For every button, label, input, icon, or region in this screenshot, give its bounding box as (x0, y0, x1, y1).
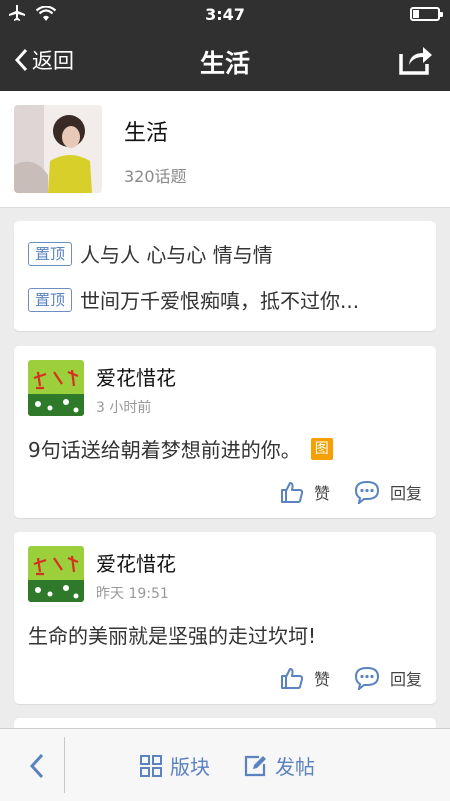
back-button[interactable]: 返回 (14, 44, 74, 76)
forum-name: 生活 (124, 121, 169, 146)
toolbar-divider (64, 737, 65, 793)
bottom-toolbar: 版块 发帖 (0, 728, 450, 801)
pinned-title: 人与人 心与心 情与情 (80, 243, 273, 267)
comment-icon (354, 666, 379, 690)
post-author[interactable]: 爱花惜花 (96, 548, 176, 577)
pinned-topics-card: 置顶 人与人 心与心 情与情 置顶 世间万千爱恨痴嗔，抵不过你... (14, 221, 436, 331)
comment-icon (354, 480, 379, 504)
board-button[interactable]: 版块 (140, 751, 210, 780)
post-content: 9句话送给朝着梦想前进的你。 (28, 438, 301, 462)
post-content-row[interactable]: 生命的美丽就是坚强的走过坎坷! (28, 620, 316, 649)
reply-button[interactable]: 回复 (354, 480, 422, 504)
pinned-tag: 置顶 (28, 241, 73, 266)
post-actions: 赞 回复 (280, 480, 422, 504)
back-label: 返回 (32, 49, 74, 73)
thumbs-up-icon (280, 668, 304, 689)
edit-icon (244, 755, 266, 776)
reply-label: 回复 (389, 484, 422, 503)
post-time: 昨天 19:51 (96, 586, 169, 602)
image-badge: 图 (310, 437, 333, 460)
top-bar: 3:47 返回 生活 (0, 0, 450, 91)
like-button[interactable]: 赞 (280, 666, 330, 690)
pinned-topic-1[interactable]: 置顶 人与人 心与心 情与情 (28, 239, 273, 268)
forum-header: 生活 320话题 (0, 91, 450, 208)
board-label: 版块 (170, 755, 210, 779)
pinned-topic-2[interactable]: 置顶 世间万千爱恨痴嗔，抵不过你... (28, 285, 359, 314)
status-bar: 3:47 (0, 0, 450, 30)
like-label: 赞 (313, 484, 330, 503)
pinned-tag: 置顶 (28, 287, 73, 312)
like-button[interactable]: 赞 (280, 480, 330, 504)
pinned-title: 世间万千爱恨痴嗔，抵不过你... (80, 289, 360, 313)
like-label: 赞 (313, 670, 330, 689)
reply-button[interactable]: 回复 (354, 666, 422, 690)
topic-count: 320话题 (124, 167, 187, 186)
post-content: 生命的美丽就是坚强的走过坎坷! (28, 624, 317, 648)
toolbar-back-button[interactable] (14, 749, 54, 783)
battery-icon (410, 7, 443, 21)
author-avatar[interactable] (28, 360, 84, 416)
thumbs-up-icon (280, 482, 304, 503)
post-author[interactable]: 爱花惜花 (96, 362, 176, 391)
post-card[interactable]: 爱花惜花 3 小时前 9句话送给朝着梦想前进的你。 图 赞 回复 (14, 346, 436, 518)
post-time: 3 小时前 (96, 400, 152, 416)
status-time: 3:47 (205, 5, 245, 24)
post-content-row[interactable]: 9句话送给朝着梦想前进的你。 图 (28, 434, 333, 463)
new-post-button[interactable]: 发帖 (243, 751, 315, 780)
grid-icon (140, 754, 162, 777)
new-post-label: 发帖 (275, 755, 315, 779)
reply-label: 回复 (389, 670, 422, 689)
forum-avatar (14, 105, 102, 193)
chevron-left-icon (29, 753, 44, 779)
post-card[interactable]: 爱花惜花 昨天 19:51 生命的美丽就是坚强的走过坎坷! 赞 回复 (14, 532, 436, 704)
nav-bar: 返回 生活 (0, 30, 450, 91)
author-avatar[interactable] (28, 546, 84, 602)
post-actions: 赞 回复 (280, 666, 422, 690)
chevron-left-icon (14, 48, 28, 72)
share-button[interactable] (398, 42, 434, 76)
share-icon (399, 47, 432, 75)
